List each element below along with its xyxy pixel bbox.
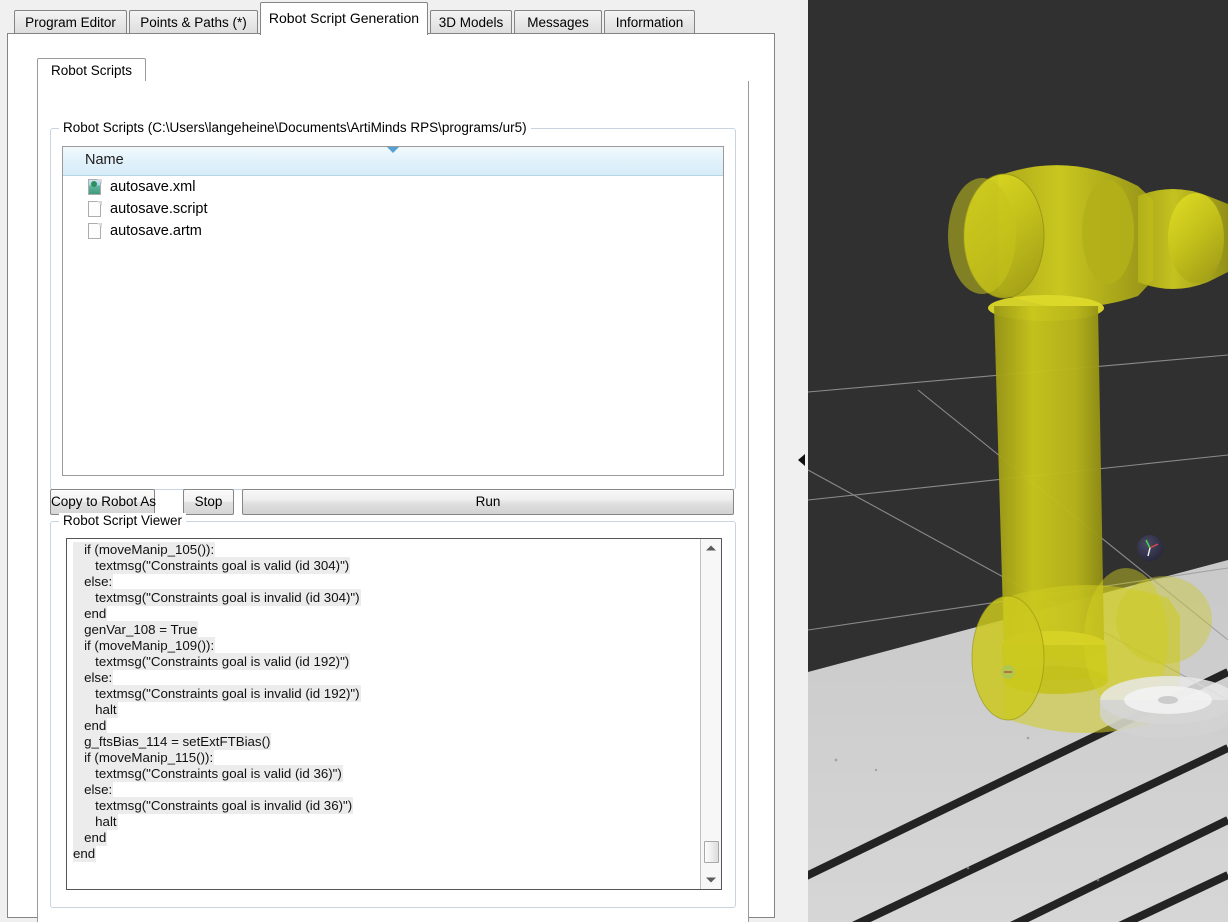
run-button[interactable]: Run xyxy=(242,489,734,515)
application-window: Program Editor Points & Paths (*) Robot … xyxy=(0,0,1228,922)
robot-scripts-file-table[interactable]: Name autosave.xml autosave.script autosa… xyxy=(62,146,724,476)
3d-scene-viewport[interactable] xyxy=(808,0,1228,922)
script-code-line: textmsg("Constraints goal is valid (id 1… xyxy=(73,653,351,670)
file-table-header[interactable]: Name xyxy=(63,147,723,176)
script-code-line: g_ftsBias_114 = setExtFTBias() xyxy=(73,733,272,750)
robot-scripts-groupbox-title: Robot Scripts (C:\Users\langeheine\Docum… xyxy=(59,120,531,135)
scroll-down-icon[interactable] xyxy=(701,871,721,889)
xml-file-icon xyxy=(88,178,102,196)
script-code-line: textmsg("Constraints goal is invalid (id… xyxy=(73,685,361,702)
stop-button[interactable]: Stop xyxy=(183,489,234,515)
copy-to-robot-as-button[interactable]: Copy to Robot As xyxy=(50,489,156,515)
script-code-line: else: xyxy=(73,669,114,686)
table-row[interactable]: autosave.artm xyxy=(63,220,723,242)
tab-points-and-paths[interactable]: Points & Paths (*) xyxy=(129,10,258,35)
script-code-line: end xyxy=(73,605,108,622)
application-left-pane: Program Editor Points & Paths (*) Robot … xyxy=(0,0,808,922)
script-code-line: textmsg("Constraints goal is valid (id 3… xyxy=(73,765,343,782)
file-name-label: autosave.artm xyxy=(110,223,202,239)
3d-scene-render xyxy=(808,0,1228,922)
tab-messages[interactable]: Messages xyxy=(514,10,602,35)
script-code-line: if (moveManip_109()): xyxy=(73,637,216,654)
script-code-line: else: xyxy=(73,781,114,798)
script-code-line: halt xyxy=(73,701,118,718)
script-code-content: if (moveManip_105()): textmsg("Constrain… xyxy=(67,542,699,889)
script-code-line: if (moveManip_115()): xyxy=(73,749,215,766)
tab-3d-models[interactable]: 3D Models xyxy=(430,10,512,35)
script-code-line: textmsg("Constraints goal is invalid (id… xyxy=(73,797,354,814)
script-code-line: genVar_108 = True xyxy=(73,621,199,638)
tab-information[interactable]: Information xyxy=(604,10,695,35)
table-row[interactable]: autosave.xml xyxy=(63,176,723,198)
script-code-line: end xyxy=(73,717,108,734)
robot-scripts-panel: Robot Scripts (C:\Users\langeheine\Docum… xyxy=(37,81,749,922)
script-code-line: end xyxy=(73,845,97,862)
inner-tab-bar: Robot Scripts xyxy=(37,58,749,82)
script-code-line: textmsg("Constraints goal is invalid (id… xyxy=(73,589,361,606)
script-code-line: else: xyxy=(73,573,114,590)
scrollbar-thumb[interactable] xyxy=(704,841,719,863)
script-vertical-scrollbar[interactable] xyxy=(700,539,721,889)
script-code-line: halt xyxy=(73,813,118,830)
sort-descending-icon[interactable] xyxy=(387,147,399,153)
tab-robot-script-generation[interactable]: Robot Script Generation xyxy=(260,2,428,35)
script-text-area[interactable]: if (moveManip_105()): textmsg("Constrain… xyxy=(66,538,722,890)
tab-program-editor[interactable]: Program Editor xyxy=(14,10,127,35)
file-name-label: autosave.xml xyxy=(110,179,196,195)
main-tab-bar: Program Editor Points & Paths (*) Robot … xyxy=(0,0,808,35)
generic-file-icon xyxy=(88,200,102,218)
script-code-line: if (moveManip_105()): xyxy=(73,542,216,558)
generic-file-icon xyxy=(88,222,102,240)
robot-script-viewer-title: Robot Script Viewer xyxy=(59,513,187,528)
robot-script-viewer-groupbox: Robot Script Viewer if (moveManip_105())… xyxy=(50,513,736,908)
collapse-left-arrow-icon[interactable] xyxy=(796,450,808,470)
file-name-label: autosave.script xyxy=(110,201,208,217)
table-row[interactable]: autosave.script xyxy=(63,198,723,220)
script-code-line: textmsg("Constraints goal is valid (id 3… xyxy=(73,557,351,574)
scroll-up-icon[interactable] xyxy=(701,539,721,557)
robot-scripts-groupbox: Robot Scripts (C:\Users\langeheine\Docum… xyxy=(50,120,736,490)
column-header-name[interactable]: Name xyxy=(85,152,124,168)
script-code-line: end xyxy=(73,829,108,846)
tab-content-frame: Robot Scripts Robot Scripts (C:\Users\la… xyxy=(7,33,775,922)
tab-robot-scripts[interactable]: Robot Scripts xyxy=(37,58,147,82)
